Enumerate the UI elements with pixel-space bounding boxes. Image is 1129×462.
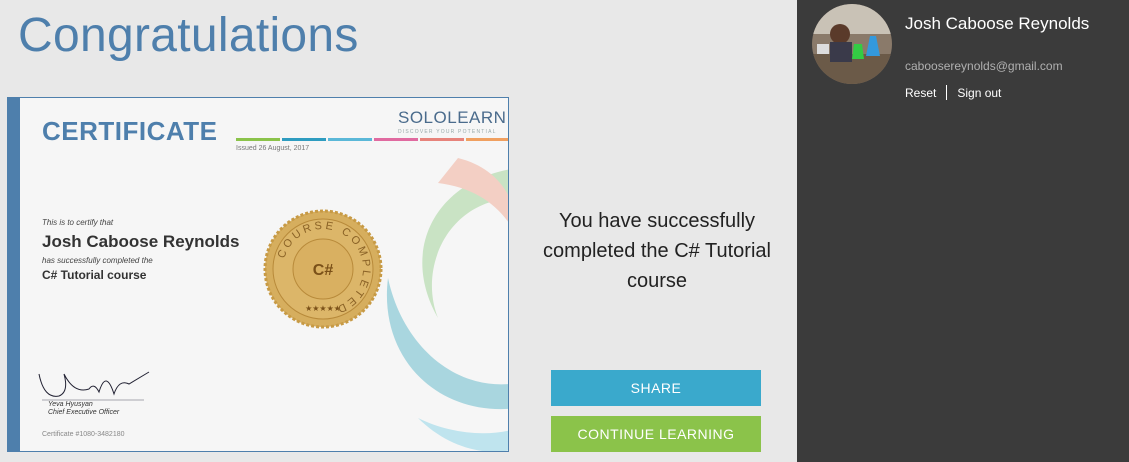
avatar-image <box>812 4 892 84</box>
certificate-recipient: Josh Caboose Reynolds <box>42 232 240 251</box>
reset-link[interactable]: Reset <box>905 86 936 100</box>
continue-learning-button[interactable]: CONTINUE LEARNING <box>551 416 761 452</box>
course-completed-seal: COURSE COMPLETED C# ★★★★★ <box>263 209 383 329</box>
sololearn-logo: SOLOLEARN DISCOVER YOUR POTENTIAL <box>398 108 506 135</box>
user-email: caboosereynolds@gmail.com <box>905 59 1063 73</box>
ceo-signature <box>38 371 150 401</box>
certificate-course: C# Tutorial course <box>42 268 147 282</box>
user-name: Josh Caboose Reynolds <box>905 14 1090 33</box>
certificate-intro: This is to certify that <box>42 218 114 227</box>
color-bar-segment <box>420 138 464 141</box>
seal-center-text: C# <box>313 262 334 279</box>
signer-name: Yeva Hyusyan <box>48 401 93 408</box>
certificate-swirl-decoration <box>386 158 508 451</box>
success-message: You have successfully completed the C# T… <box>543 210 771 292</box>
sololearn-logo-text: SOLOLEARN <box>398 108 507 127</box>
avatar[interactable] <box>812 4 892 84</box>
certificate: CERTIFICATE Issued 26 August, 2017 SOLOL… <box>7 97 509 452</box>
certificate-stripe <box>8 98 20 451</box>
certificate-completed-text: has successfully completed the <box>42 256 153 265</box>
color-bar-segment <box>282 138 326 141</box>
color-bar-segment <box>328 138 372 141</box>
user-links: Reset Sign out <box>905 85 1001 100</box>
certificate-color-bar <box>236 138 508 141</box>
sololearn-tagline: DISCOVER YOUR POTENTIAL <box>398 129 497 135</box>
page-title: Congratulations <box>18 9 359 62</box>
user-sidebar: Josh Caboose Reynolds caboosereynolds@gm… <box>797 0 1129 462</box>
certificate-number: Certificate #1080-3482180 <box>42 431 125 438</box>
main-panel: Congratulations CERTIFICATE Issued 26 Au… <box>0 0 797 462</box>
certificate-heading: CERTIFICATE <box>42 116 218 146</box>
color-bar-segment <box>374 138 418 141</box>
seal-stars: ★★★★★ <box>305 304 341 313</box>
signer-title: Chief Executive Officer <box>48 409 120 416</box>
color-bar-segment <box>466 138 508 141</box>
color-bar-segment <box>236 138 280 141</box>
sign-out-link[interactable]: Sign out <box>957 86 1001 100</box>
link-divider <box>946 85 948 100</box>
share-button[interactable]: SHARE <box>551 370 761 406</box>
certificate-issued-date: Issued 26 August, 2017 <box>236 145 310 152</box>
